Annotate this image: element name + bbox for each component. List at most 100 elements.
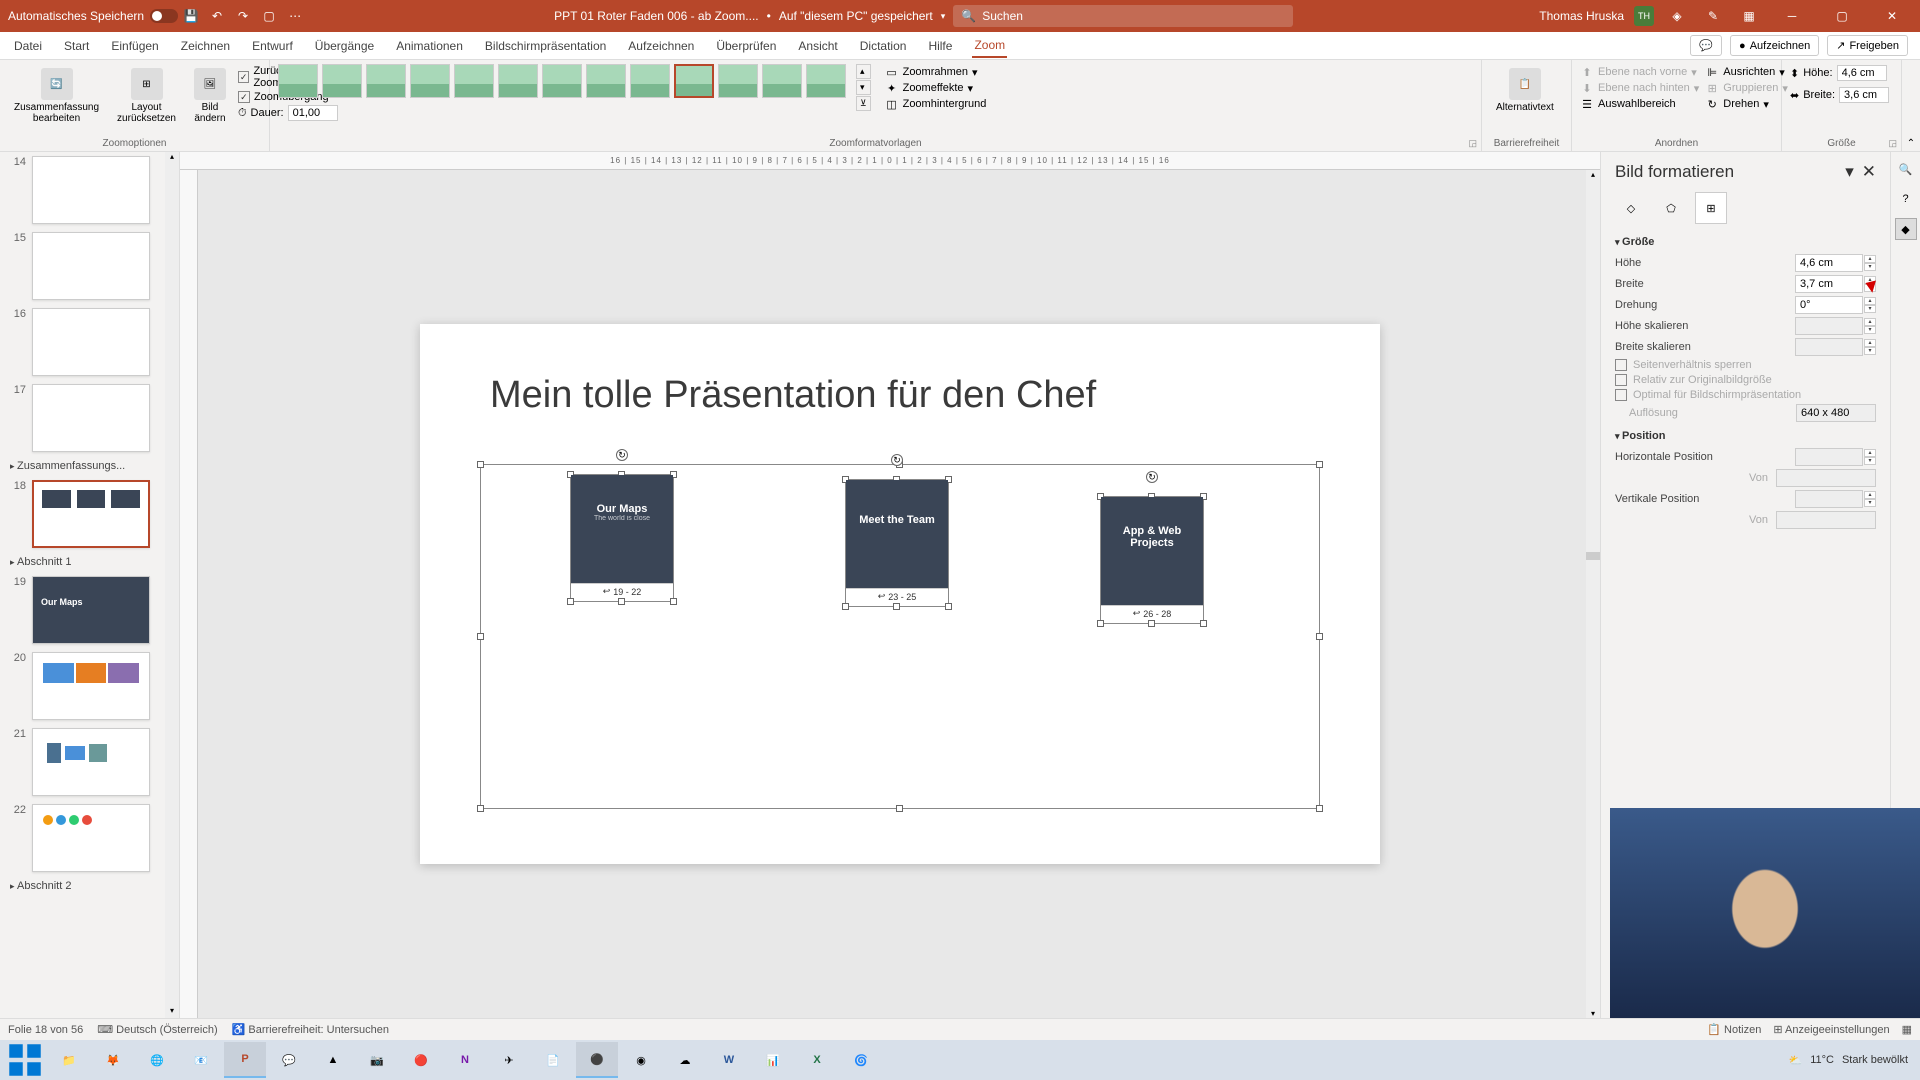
dialog-launcher-icon[interactable]: ◲	[1888, 138, 1897, 149]
tab-ansicht[interactable]: Ansicht	[796, 35, 839, 57]
thumbnail-15[interactable]	[32, 232, 150, 300]
powerpoint-icon[interactable]: P	[224, 1042, 266, 1078]
share-button[interactable]: ↗ Freigeben	[1827, 35, 1908, 56]
tab-bildschirm[interactable]: Bildschirmpräsentation	[483, 35, 608, 57]
position-section[interactable]: Position	[1615, 430, 1876, 442]
zoom-effects-button[interactable]: ✦Zoomeffekte ▾	[885, 81, 987, 95]
tab-animationen[interactable]: Animationen	[394, 35, 465, 57]
spin-up-icon[interactable]: ▴	[1864, 297, 1876, 305]
thumbnail-14[interactable]	[32, 156, 150, 224]
width-input[interactable]	[1795, 275, 1863, 293]
effects-tab-icon[interactable]: ⬠	[1655, 192, 1687, 224]
ribbon-height-input[interactable]: ⬍ Höhe:	[1790, 65, 1889, 81]
scale-width-input[interactable]	[1795, 338, 1863, 356]
spin-down-icon[interactable]: ▾	[1864, 305, 1876, 313]
record-button[interactable]: ● Aufzeichnen	[1730, 35, 1819, 56]
group-button[interactable]: ⊞Gruppieren ▾	[1705, 81, 1788, 95]
comments-button[interactable]: 💬	[1690, 35, 1722, 56]
pen-icon[interactable]: ✎	[1705, 8, 1721, 24]
rotate-button[interactable]: ↻Drehen ▾	[1705, 97, 1788, 111]
tab-dictation[interactable]: Dictation	[858, 35, 909, 57]
present-icon[interactable]: ▢	[261, 8, 277, 24]
fill-tab-icon[interactable]: ◇	[1615, 192, 1647, 224]
accessibility-status[interactable]: ♿ Barrierefreiheit: Untersuchen	[232, 1023, 389, 1036]
slide-counter[interactable]: Folie 18 von 56	[8, 1024, 83, 1036]
search-side-icon[interactable]: 🔍	[1895, 158, 1917, 180]
app-icon[interactable]: 💬	[268, 1042, 310, 1078]
spin-down-icon[interactable]: ▾	[1864, 284, 1876, 292]
search-input[interactable]: 🔍 Suchen	[953, 5, 1293, 27]
notes-button[interactable]: 📋 Notizen	[1707, 1023, 1761, 1036]
thumbnail-21[interactable]	[32, 728, 150, 796]
reset-layout-button[interactable]: ⊞Layout zurücksetzen	[111, 64, 182, 128]
selection-pane-button[interactable]: ☰Auswahlbereich	[1580, 97, 1699, 111]
onenote-icon[interactable]: N	[444, 1042, 486, 1078]
gallery-down-icon[interactable]: ▾	[856, 80, 871, 95]
zoom-card-3[interactable]: App & Web Projects ↩26 - 28	[1100, 496, 1204, 624]
tab-uebergaenge[interactable]: Übergänge	[313, 35, 376, 57]
size-tab-icon[interactable]: ⊞	[1695, 192, 1727, 224]
thumbnail-16[interactable]	[32, 308, 150, 376]
thumbnail-18[interactable]	[32, 480, 150, 548]
rotation-handle-icon[interactable]	[1146, 471, 1158, 483]
app-icon[interactable]: ☁	[664, 1042, 706, 1078]
thumbnail-19[interactable]: Our Maps	[32, 576, 150, 644]
h-from-input[interactable]	[1776, 469, 1876, 487]
excel-icon[interactable]: X	[796, 1042, 838, 1078]
slide-title[interactable]: Mein tolle Präsentation für den Chef	[490, 374, 1096, 417]
app-icon[interactable]: 📊	[752, 1042, 794, 1078]
rotation-handle-icon[interactable]	[616, 449, 628, 461]
ribbon-width-input[interactable]: ⬌ Breite:	[1790, 87, 1889, 103]
bring-forward-button[interactable]: ⬆Ebene nach vorne ▾	[1580, 65, 1699, 79]
tab-start[interactable]: Start	[62, 35, 91, 57]
tab-einfuegen[interactable]: Einfügen	[109, 35, 160, 57]
app-icon[interactable]: ◉	[620, 1042, 662, 1078]
tab-zeichnen[interactable]: Zeichnen	[179, 35, 232, 57]
collapse-ribbon-icon[interactable]: ⌃	[1907, 138, 1915, 149]
spin-up-icon[interactable]: ▴	[1864, 255, 1876, 263]
outlook-icon[interactable]: 📧	[180, 1042, 222, 1078]
thumbnail-17[interactable]	[32, 384, 150, 452]
app-icon[interactable]: 📷	[356, 1042, 398, 1078]
v-from-input[interactable]	[1776, 511, 1876, 529]
thumbnail-20[interactable]	[32, 652, 150, 720]
pane-close-icon[interactable]: ✕	[1862, 162, 1876, 182]
pane-dropdown-icon[interactable]: ▾	[1845, 162, 1854, 182]
format-side-icon[interactable]: ◆	[1895, 218, 1917, 240]
word-icon[interactable]: W	[708, 1042, 750, 1078]
rotation-input[interactable]	[1795, 296, 1863, 314]
v-pos-input[interactable]	[1795, 490, 1863, 508]
rotation-handle-icon[interactable]	[891, 454, 903, 466]
tab-zoom[interactable]: Zoom	[972, 34, 1007, 58]
app-icon[interactable]: 🔴	[400, 1042, 442, 1078]
weather-icon[interactable]: ⛅	[1789, 1054, 1803, 1067]
tab-aufzeichnen[interactable]: Aufzeichnen	[626, 35, 696, 57]
tab-hilfe[interactable]: Hilfe	[926, 35, 954, 57]
gallery-more-icon[interactable]: ⊻	[856, 96, 871, 111]
section-summary[interactable]: Zusammenfassungs...	[0, 456, 179, 476]
zoom-styles-gallery[interactable]	[278, 64, 846, 98]
section-2[interactable]: Abschnitt 2	[0, 876, 179, 896]
display-settings-button[interactable]: ⊞ Anzeigeeinstellungen	[1773, 1023, 1889, 1036]
tab-datei[interactable]: Datei	[12, 35, 44, 57]
obs-icon[interactable]: ⚫	[576, 1042, 618, 1078]
scale-height-input[interactable]	[1795, 317, 1863, 335]
app-icon[interactable]: 📄	[532, 1042, 574, 1078]
save-icon[interactable]: 💾	[183, 8, 199, 24]
tab-entwurf[interactable]: Entwurf	[250, 35, 295, 57]
start-button[interactable]	[4, 1042, 46, 1078]
diamond-icon[interactable]: ◈	[1669, 8, 1685, 24]
alt-text-button[interactable]: 📋Alternativtext	[1490, 64, 1560, 117]
send-back-button[interactable]: ⬇Ebene nach hinten ▾	[1580, 81, 1699, 95]
thumbnail-22[interactable]	[32, 804, 150, 872]
spin-up-icon[interactable]: ▴	[1864, 276, 1876, 284]
slide[interactable]: Mein tolle Präsentation für den Chef Our…	[420, 324, 1380, 864]
section-1[interactable]: Abschnitt 1	[0, 552, 179, 572]
spin-down-icon[interactable]: ▾	[1864, 263, 1876, 271]
avatar[interactable]: TH	[1634, 6, 1654, 26]
firefox-icon[interactable]: 🦊	[92, 1042, 134, 1078]
chrome-icon[interactable]: 🌐	[136, 1042, 178, 1078]
gallery-up-icon[interactable]: ▴	[856, 64, 871, 79]
height-input[interactable]	[1795, 254, 1863, 272]
vlc-icon[interactable]: ▲	[312, 1042, 354, 1078]
